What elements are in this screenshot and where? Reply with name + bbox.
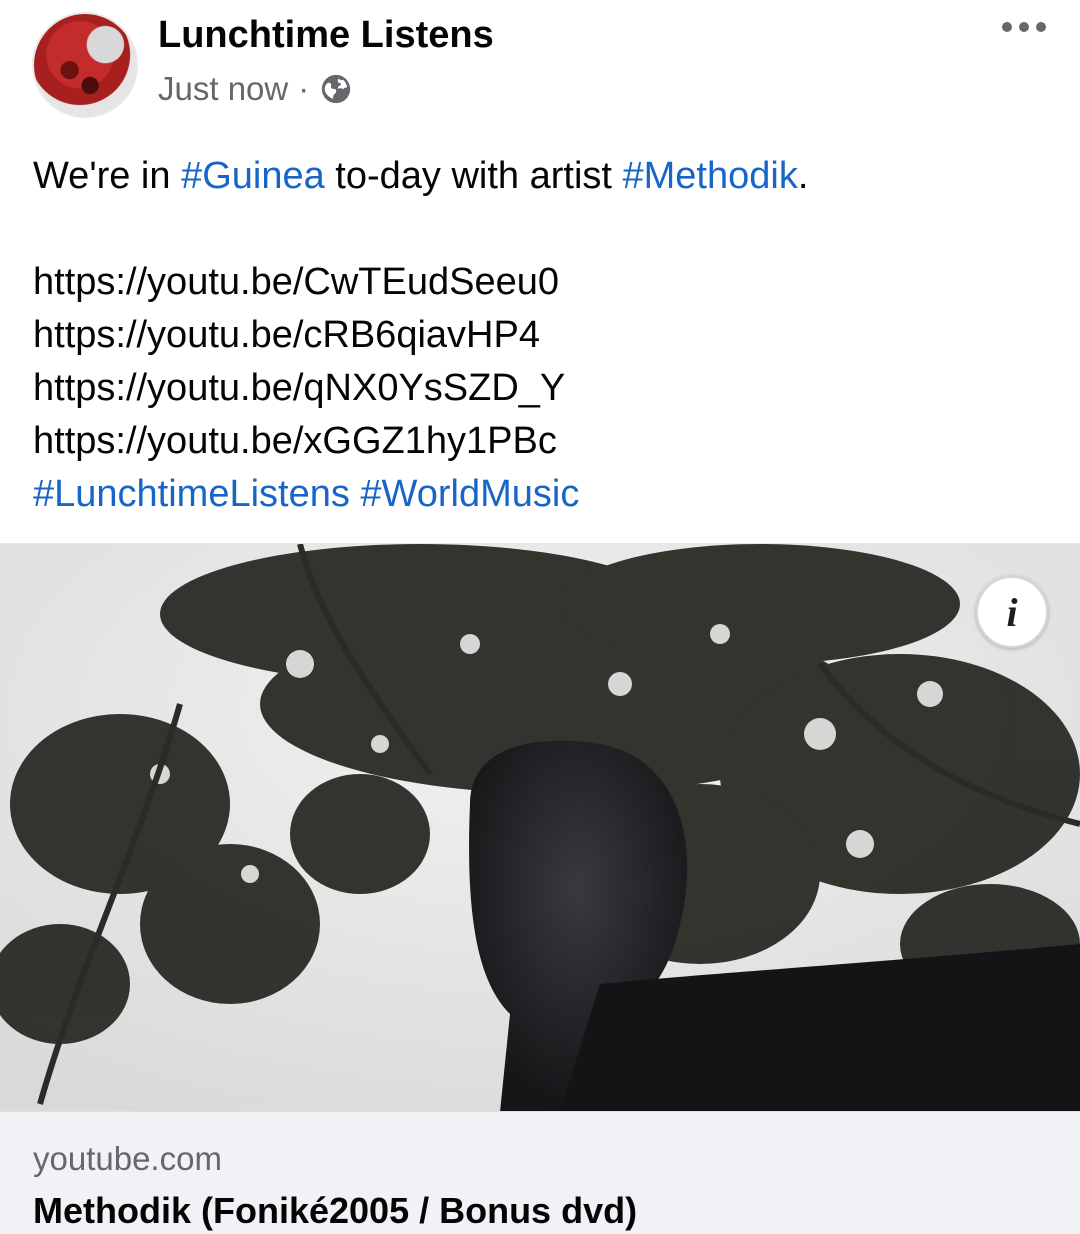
meta-separator: · <box>298 70 310 107</box>
post-author[interactable]: Lunchtime Listens <box>158 14 494 57</box>
youtube-link-4[interactable]: https://youtu.be/xGGZ1hy1PBc <box>33 415 1053 468</box>
more-options-icon[interactable] <box>998 18 1050 36</box>
youtube-link-2[interactable]: https://youtu.be/cRB6qiavHP4 <box>33 309 1053 362</box>
text-fragment: to-day with artist <box>324 155 623 197</box>
preview-title[interactable]: Methodik (Foniké2005 / Bonus dvd) <box>33 1190 637 1232</box>
preview-domain: youtube.com <box>33 1140 222 1177</box>
post-text-line: #LunchtimeListens #WorldMusic <box>33 468 1053 521</box>
video-thumbnail[interactable] <box>0 543 1080 1111</box>
globe-icon[interactable] <box>319 72 353 106</box>
post-text: We're in #Guinea to-day with artist #Met… <box>33 150 1053 521</box>
text-fragment: . <box>797 155 809 197</box>
hashtag-methodik[interactable]: #Methodik <box>623 155 798 197</box>
post-text-line: We're in #Guinea to-day with artist #Met… <box>33 150 1053 203</box>
hashtag-guinea[interactable]: #Guinea <box>181 155 325 197</box>
avatar[interactable] <box>32 12 138 118</box>
link-preview[interactable]: youtube.com Methodik (Foniké2005 / Bonus… <box>0 1111 1080 1234</box>
post-timestamp[interactable]: Just now <box>158 70 288 108</box>
thumbnail-image <box>0 544 1080 1111</box>
info-glyph: i <box>1006 589 1018 635</box>
facebook-post: Lunchtime Listens Just now · We're in #G… <box>0 0 1080 1234</box>
text-fragment: We're in <box>33 155 182 197</box>
hashtag-worldmusic[interactable]: #WorldMusic <box>360 473 579 515</box>
youtube-link-3[interactable]: https://youtu.be/qNX0YsSZD_Y <box>33 362 1053 415</box>
youtube-link-1[interactable]: https://youtu.be/CwTEudSeeu0 <box>33 256 1053 309</box>
info-icon[interactable]: i <box>976 576 1048 648</box>
hashtag-lunchtimelistens[interactable]: #LunchtimeListens <box>33 473 350 515</box>
post-meta: Just now · <box>158 70 353 108</box>
